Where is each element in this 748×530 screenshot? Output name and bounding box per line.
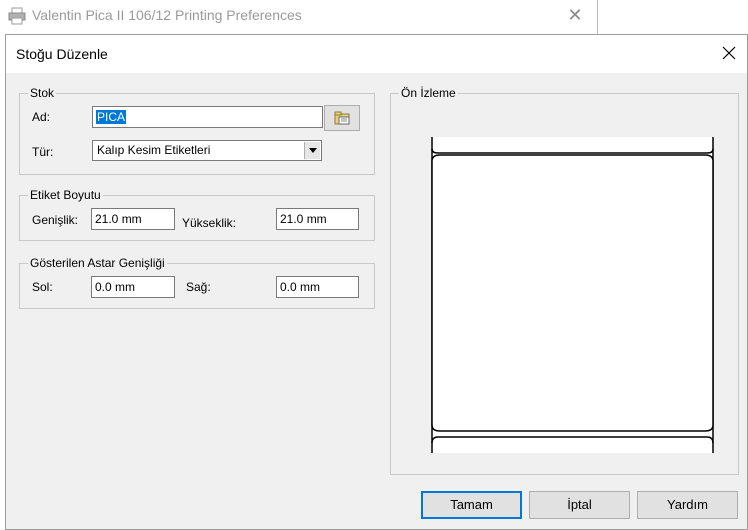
type-select-value: Kalıp Kesim Etiketleri [97,143,211,157]
label-size-group-legend: Etiket Boyutu [28,188,103,202]
printer-icon [8,7,26,25]
liner-width-group-legend: Gösterilen Astar Genişliği [28,256,167,270]
width-field[interactable]: 21.0 mm [91,208,175,230]
background-window-title: Valentin Pica II 106/12 Printing Prefere… [32,7,302,23]
name-label: Ad: [32,110,51,124]
height-field[interactable]: 21.0 mm [276,208,359,230]
dialog-title: Stoğu Düzenle [16,46,108,62]
ok-button[interactable]: Tamam [421,491,522,519]
chevron-down-icon[interactable] [304,142,320,159]
cancel-button[interactable]: İptal [529,491,630,519]
preview-group-legend: Ön İzleme [399,86,458,100]
type-select[interactable]: Kalıp Kesim Etiketleri [92,140,322,161]
right-field[interactable]: 0.0 mm [276,276,359,298]
right-label: Sağ: [186,280,211,294]
height-label: Yükseklik: [182,216,237,230]
dialog-titlebar: Stoğu Düzenle [6,35,747,73]
name-field-value: PICA [96,110,127,124]
type-label: Tür: [32,145,54,159]
name-field[interactable]: PICA [92,106,323,128]
close-icon[interactable] [720,44,738,62]
left-field[interactable]: 0.0 mm [91,276,175,298]
background-close-icon[interactable]: ✕ [567,5,583,25]
browse-button[interactable] [324,105,360,131]
folder-browse-icon [334,111,350,125]
stock-group-legend: Stok [28,86,57,100]
left-label: Sol: [32,280,53,294]
edit-stock-dialog: Stoğu Düzenle Stok Ad: PICA Tür: Kalıp K… [5,34,748,530]
background-window: Valentin Pica II 106/12 Printing Prefere… [0,0,598,34]
width-label: Genişlik: [32,213,79,227]
help-button[interactable]: Yardım [637,491,738,519]
label-preview [431,137,714,453]
